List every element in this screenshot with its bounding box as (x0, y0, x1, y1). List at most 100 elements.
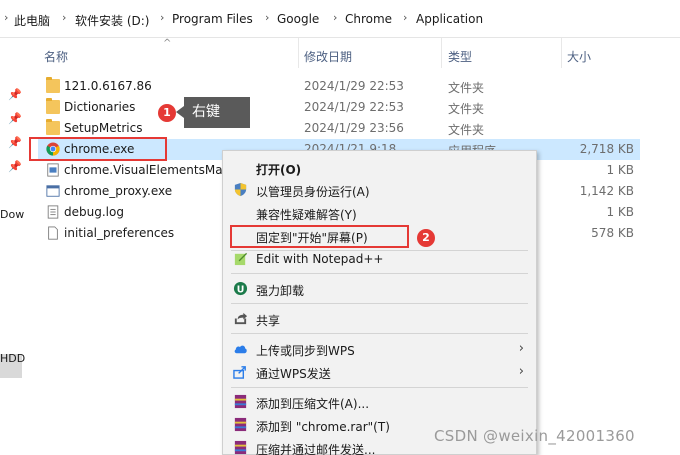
winrar-icon (234, 417, 247, 432)
menu-item-label: 强力卸载 (256, 284, 305, 298)
pin-icon: 📌 (8, 160, 22, 173)
notepad-plus-icon (234, 252, 248, 266)
address-bar[interactable]: › 此电脑 › 软件安装 (D:) › Program Files › Goog… (0, 0, 680, 38)
menu-item-label: 添加到 "chrome.rar"(T) (256, 420, 390, 434)
menu-item-label: 压缩并通过邮件发送... (256, 443, 376, 455)
navigation-pane: 📌 📌 📌 📌 Dow HDD (0, 38, 25, 455)
menu-item-uninstall[interactable]: U 强力卸载 (223, 278, 536, 300)
file-size: 1 KB (606, 163, 634, 177)
winrar-icon (234, 440, 247, 455)
file-date: 2024/1/29 22:53 (304, 79, 404, 93)
column-header-type[interactable]: 类型 (448, 48, 472, 65)
breadcrumb-google[interactable]: Google (277, 12, 319, 26)
menu-item-label: 上传或同步到WPS (256, 344, 355, 358)
file-name: chrome_proxy.exe (64, 184, 173, 198)
menu-item-notepad-plus[interactable]: Edit with Notepad++ (223, 248, 536, 270)
column-divider[interactable] (441, 38, 442, 68)
send-icon (233, 366, 246, 379)
folder-icon (46, 119, 60, 135)
menu-item-open[interactable]: 打开(O) (223, 157, 536, 179)
file-name: SetupMetrics (64, 121, 143, 135)
shield-icon (234, 182, 247, 197)
highlight-box-pin-to-start (230, 225, 409, 248)
menu-separator (231, 333, 528, 334)
menu-item-label: 添加到压缩文件(A)... (256, 397, 370, 411)
file-name: 121.0.6167.86 (64, 79, 152, 93)
file-name: Dictionaries (64, 100, 136, 114)
file-name: debug.log (64, 205, 124, 219)
breadcrumb-program-files[interactable]: Program Files (172, 12, 253, 26)
breadcrumb-chrome[interactable]: Chrome (345, 12, 392, 26)
column-divider[interactable] (561, 38, 562, 68)
chevron-right-icon: › (4, 11, 9, 24)
menu-item-label: 兼容性疑难解答(Y) (256, 208, 357, 222)
context-menu[interactable]: 打开(O) 以管理员身份运行(A) 兼容性疑难解答(Y) 固定到"开始"屏幕(P… (222, 150, 537, 455)
menu-item-run-as-admin[interactable]: 以管理员身份运行(A) (223, 179, 536, 201)
chevron-right-icon: › (265, 11, 270, 24)
file-type: 文件夹 (448, 123, 485, 137)
callout-text: 右键 (192, 104, 220, 120)
file-size: 1 KB (606, 205, 634, 219)
right-click-callout: 右键 (176, 97, 250, 128)
highlight-box-chrome (29, 137, 167, 161)
exe-icon (46, 185, 60, 197)
nav-item-downloads[interactable]: Dow (0, 208, 24, 221)
column-header-date[interactable]: 修改日期 (304, 48, 352, 65)
folder-icon (46, 77, 60, 93)
chevron-right-icon: › (62, 11, 67, 24)
step-badge-2: 2 (417, 229, 435, 247)
file-date: 2024/1/29 22:53 (304, 100, 404, 114)
step-badge-1: 1 (158, 104, 176, 122)
file-row[interactable]: Dictionaries 2024/1/29 22:53 文件夹 (38, 97, 640, 118)
file-size: 1,142 KB (579, 184, 634, 198)
svg-text:U: U (237, 284, 245, 295)
xml-icon (47, 163, 59, 177)
chevron-right-icon: › (518, 364, 524, 379)
pin-icon: 📌 (8, 112, 22, 125)
menu-separator (231, 387, 528, 388)
menu-item-label: Edit with Notepad++ (256, 252, 384, 266)
chevron-right-icon: › (333, 11, 338, 24)
sort-ascending-icon: ^ (163, 38, 172, 49)
menu-item-label: 通过WPS发送 (256, 367, 331, 381)
file-type: 文件夹 (448, 81, 485, 95)
column-header-name[interactable]: 名称 (44, 48, 68, 65)
file-type: 文件夹 (448, 102, 485, 116)
text-file-icon (47, 205, 59, 219)
file-row[interactable]: 121.0.6167.86 2024/1/29 22:53 文件夹 (38, 76, 640, 97)
nav-item-hdd[interactable]: HDD (0, 352, 25, 365)
menu-item-label: 打开(O) (256, 163, 302, 177)
chevron-right-icon: › (160, 11, 165, 24)
file-icon (48, 226, 58, 240)
watermark: CSDN @weixin_42001360 (434, 427, 635, 445)
file-row[interactable]: SetupMetrics 2024/1/29 23:56 文件夹 (38, 118, 640, 139)
file-name: initial_preferences (64, 226, 175, 240)
share-icon (234, 312, 248, 325)
file-date: 2024/1/29 23:56 (304, 121, 404, 135)
menu-item-label: 共享 (256, 314, 281, 328)
file-size: 578 KB (591, 226, 634, 240)
menu-separator (231, 303, 528, 304)
file-name: chrome.VisualElementsMani (64, 163, 234, 177)
breadcrumb-drive-d[interactable]: 软件安装 (D:) (75, 12, 149, 29)
pin-icon: 📌 (8, 88, 22, 101)
breadcrumb-application[interactable]: Application (416, 12, 483, 26)
uninstall-icon: U (233, 281, 248, 295)
menu-separator (231, 273, 528, 274)
menu-item-add-to-archive[interactable]: 添加到压缩文件(A)... (223, 391, 536, 413)
menu-item-compatibility[interactable]: 兼容性疑难解答(Y) (223, 202, 536, 224)
menu-item-wps-sync[interactable]: 上传或同步到WPS › (223, 338, 536, 360)
file-size: 2,718 KB (579, 142, 634, 156)
chevron-right-icon: › (403, 11, 408, 24)
menu-item-label: 以管理员身份运行(A) (256, 185, 370, 199)
folder-icon (46, 98, 60, 114)
column-header-size[interactable]: 大小 (567, 48, 591, 65)
chevron-right-icon: › (518, 341, 524, 356)
cloud-icon (234, 345, 247, 354)
pin-icon: 📌 (8, 136, 22, 149)
column-divider[interactable] (298, 38, 299, 68)
menu-item-share[interactable]: 共享 (223, 308, 536, 330)
breadcrumb-this-pc[interactable]: 此电脑 (14, 12, 50, 29)
winrar-icon (234, 394, 247, 409)
menu-item-wps-send[interactable]: 通过WPS发送 › (223, 361, 536, 383)
